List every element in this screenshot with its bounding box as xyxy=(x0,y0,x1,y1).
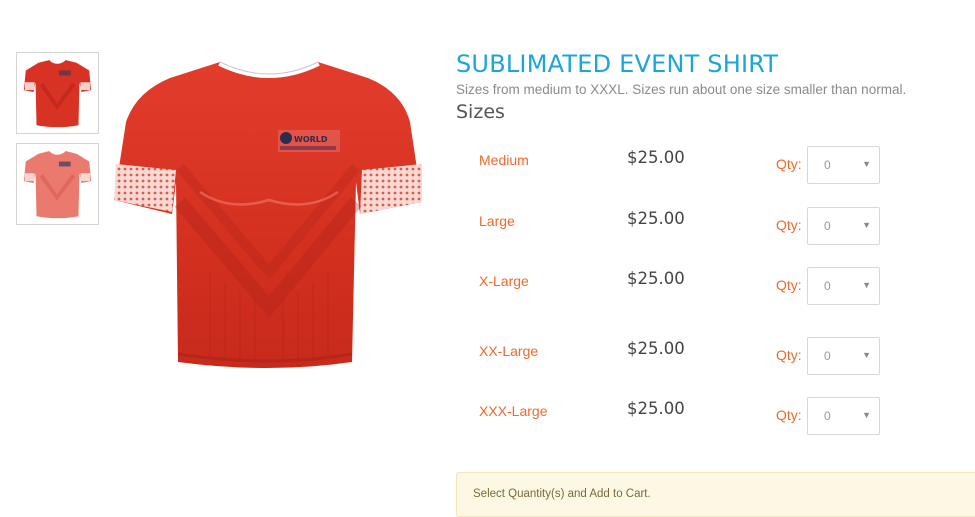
product-page: WORLD SUBLIMATED EVENT SHIRT Sizes from … xyxy=(0,0,975,517)
size-price: $25.00 xyxy=(627,148,685,167)
qty-select-large[interactable]: 0 ▼ xyxy=(807,207,880,245)
product-title: SUBLIMATED EVENT SHIRT xyxy=(456,50,779,78)
event-logo-icon: WORLD xyxy=(278,130,340,152)
qty-value: 0 xyxy=(824,409,831,423)
qty-label: Qty: xyxy=(776,156,802,172)
size-name: XX-Large xyxy=(479,343,539,359)
qty-label: Qty: xyxy=(776,217,802,233)
caret-down-icon: ▼ xyxy=(862,280,871,290)
size-name: X-Large xyxy=(479,273,529,289)
qty-select-xxx-large[interactable]: 0 ▼ xyxy=(807,397,880,435)
size-price: $25.00 xyxy=(627,269,685,288)
sizes-heading: Sizes xyxy=(456,101,505,123)
size-name: Medium xyxy=(479,152,529,168)
qty-value: 0 xyxy=(824,219,831,233)
caret-down-icon: ▼ xyxy=(862,410,871,420)
size-row-x-large: X-Large $25.00 Qty: 0 ▼ xyxy=(456,267,956,311)
qty-value: 0 xyxy=(824,349,831,363)
qty-label: Qty: xyxy=(776,347,802,363)
caret-down-icon: ▼ xyxy=(862,159,871,169)
qty-select-medium[interactable]: 0 ▼ xyxy=(807,146,880,184)
product-description: Sizes from medium to XXXL. Sizes run abo… xyxy=(456,82,907,97)
size-row-large: Large $25.00 Qty: 0 ▼ xyxy=(456,207,956,251)
qty-value: 0 xyxy=(824,279,831,293)
size-name: XXX-Large xyxy=(479,403,548,419)
notice-text: Select Quantity(s) and Add to Cart. xyxy=(473,488,651,500)
size-row-medium: Medium $25.00 Qty: 0 ▼ xyxy=(456,146,956,190)
red-event-shirt-icon: WORLD xyxy=(114,58,422,368)
qty-select-xx-large[interactable]: 0 ▼ xyxy=(807,337,880,375)
shirt-thumbnail-pink[interactable] xyxy=(16,143,99,225)
shirt-thumbnail-red-icon xyxy=(23,59,92,128)
size-price: $25.00 xyxy=(627,339,685,358)
caret-down-icon: ▼ xyxy=(862,220,871,230)
qty-label: Qty: xyxy=(776,277,802,293)
qty-label: Qty: xyxy=(776,407,802,423)
size-price: $25.00 xyxy=(627,209,685,228)
caret-down-icon: ▼ xyxy=(862,350,871,360)
qty-value: 0 xyxy=(824,158,831,172)
add-to-cart-notice: Select Quantity(s) and Add to Cart. xyxy=(456,472,975,517)
product-main-image: WORLD xyxy=(110,52,428,372)
size-name: Large xyxy=(479,213,515,229)
event-logo-text: WORLD xyxy=(294,135,328,144)
qty-select-x-large[interactable]: 0 ▼ xyxy=(807,267,880,305)
size-row-xxx-large: XXX-Large $25.00 Qty: 0 ▼ xyxy=(456,397,956,441)
shirt-thumbnail-red[interactable] xyxy=(16,52,99,134)
size-price: $25.00 xyxy=(627,399,685,418)
size-row-xx-large: XX-Large $25.00 Qty: 0 ▼ xyxy=(456,337,956,381)
shirt-thumbnail-pink-icon xyxy=(23,150,92,219)
